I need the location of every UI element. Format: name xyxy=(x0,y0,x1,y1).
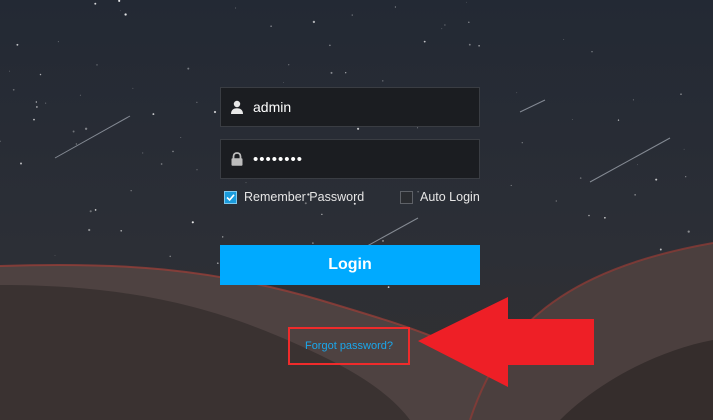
forgot-password-link[interactable]: Forgot password? xyxy=(290,329,408,363)
auto-login-checkbox[interactable]: Auto Login xyxy=(400,189,480,205)
remember-password-checkbox[interactable]: Remember Password xyxy=(224,189,364,205)
username-field[interactable] xyxy=(220,87,480,127)
annotation-highlight-box: Forgot password? xyxy=(288,327,410,365)
username-input[interactable] xyxy=(253,88,473,126)
checkmark-icon xyxy=(226,193,235,201)
lock-icon xyxy=(231,152,243,166)
checkbox-unchecked[interactable] xyxy=(400,190,413,204)
remember-password-label: Remember Password xyxy=(244,190,365,204)
password-input[interactable] xyxy=(253,140,473,178)
user-icon xyxy=(231,100,243,114)
login-button[interactable]: Login xyxy=(220,245,480,285)
password-field[interactable] xyxy=(220,139,480,179)
auto-login-label: Auto Login xyxy=(420,190,480,204)
arrow-left-icon xyxy=(418,297,594,387)
checkbox-checked[interactable] xyxy=(224,190,237,204)
